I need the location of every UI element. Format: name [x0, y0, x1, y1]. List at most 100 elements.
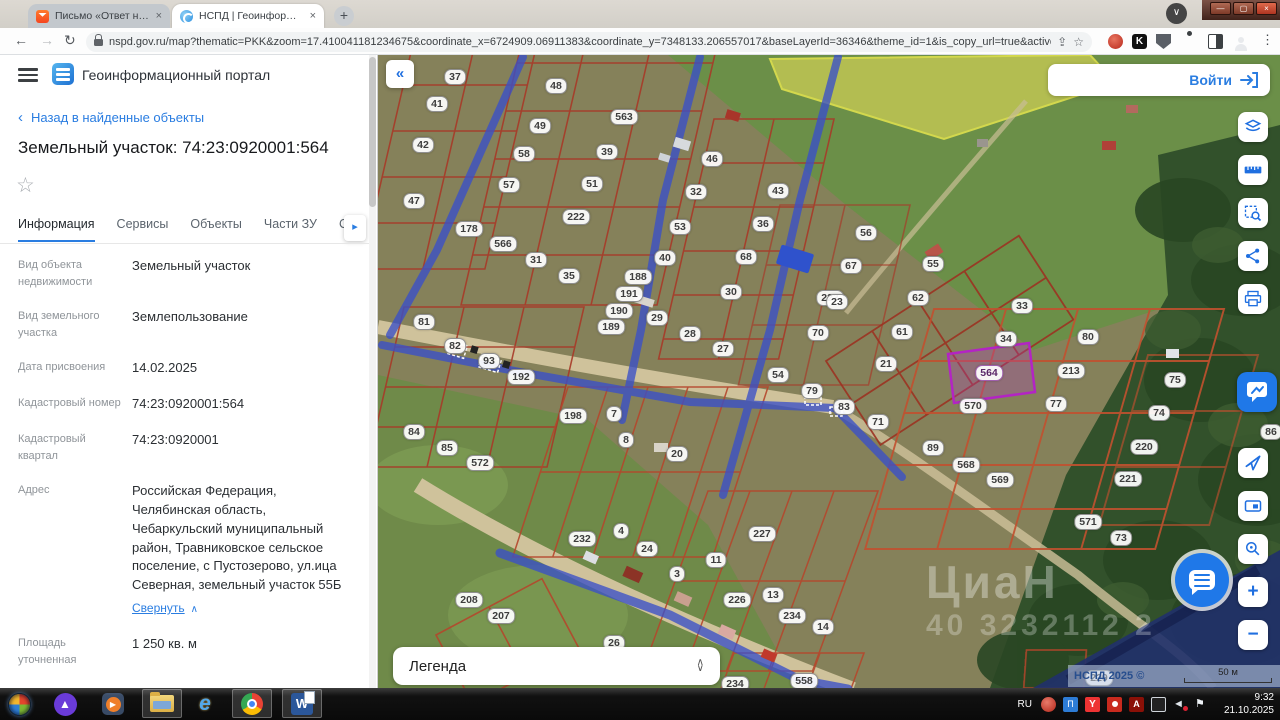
tray-blue-app-icon[interactable]: П [1063, 697, 1078, 712]
taskbar-word[interactable]: W [282, 689, 322, 718]
parcel-label-33[interactable]: 33 [1011, 298, 1033, 314]
sidebar-collapse-button[interactable]: « [386, 60, 414, 88]
bookmark-star-icon[interactable]: ☆ [1073, 35, 1084, 49]
tray-action-center-icon[interactable]: ⚑ [1195, 697, 1210, 712]
parcel-label-572[interactable]: 572 [466, 455, 494, 471]
parcel-label-85[interactable]: 85 [436, 440, 458, 456]
taskbar-clock[interactable]: 9:32 21.10.2025 [1224, 692, 1274, 717]
window-maximize-button[interactable]: ▢ [1233, 2, 1254, 15]
print-button[interactable] [1238, 284, 1268, 314]
sidebar-scrollbar[interactable] [369, 55, 376, 688]
tab-close-icon[interactable]: × [310, 10, 316, 22]
parcel-label-198[interactable]: 198 [559, 408, 587, 424]
parcel-label-55[interactable]: 55 [922, 256, 944, 272]
parcel-label-70[interactable]: 70 [807, 325, 829, 341]
collapse-address-link[interactable]: Свернуть∧ [132, 600, 198, 618]
chat-fab-button[interactable] [1175, 553, 1229, 607]
parcel-label-84[interactable]: 84 [403, 424, 425, 440]
object-search-button[interactable] [1238, 198, 1268, 228]
parcel-label-83[interactable]: 83 [833, 399, 855, 415]
parcel-label-563[interactable]: 563 [610, 109, 638, 125]
new-tab-button[interactable]: + [334, 6, 354, 26]
parcel-label-86[interactable]: 86 [1260, 424, 1280, 440]
parcel-label-43[interactable]: 43 [767, 183, 789, 199]
zoom-out-button[interactable]: − [1238, 620, 1268, 650]
back-button[interactable]: ← [14, 32, 28, 48]
favorite-star-icon[interactable]: ☆ [16, 173, 35, 198]
parcel-label-37[interactable]: 37 [444, 69, 466, 85]
parcel-label-28[interactable]: 28 [679, 326, 701, 342]
parcel-label-89[interactable]: 89 [922, 440, 944, 456]
share-icon[interactable]: ⇪ [1057, 35, 1067, 49]
parcel-label-39[interactable]: 39 [596, 144, 618, 160]
url-text[interactable]: nspd.gov.ru/map?thematic=PKK&zoom=17.410… [109, 36, 1051, 48]
parcel-label-207[interactable]: 207 [487, 608, 515, 624]
parcel-label-27[interactable]: 27 [712, 341, 734, 357]
extension-red-icon[interactable] [1108, 34, 1123, 49]
parcel-label-3[interactable]: 3 [669, 566, 685, 582]
parcel-label-13[interactable]: 13 [762, 587, 784, 603]
parcel-label-53[interactable]: 53 [669, 219, 691, 235]
parcel-label-61[interactable]: 61 [891, 324, 913, 340]
parcel-label-221[interactable]: 221 [1114, 471, 1142, 487]
parcel-label-34[interactable]: 34 [995, 331, 1017, 347]
parcel-label-227[interactable]: 227 [748, 526, 776, 542]
parcel-label-32[interactable]: 32 [685, 184, 707, 200]
tray-display-icon[interactable] [1151, 697, 1166, 712]
forward-button[interactable]: → [40, 32, 54, 48]
tray-pdf-icon[interactable]: A [1129, 697, 1144, 712]
parcel-label-68[interactable]: 68 [735, 249, 757, 265]
parcel-label-29[interactable]: 29 [646, 310, 668, 326]
parcel-label-190[interactable]: 190 [605, 303, 633, 319]
parcel-label-11[interactable]: 11 [705, 552, 726, 568]
zoom-in-button[interactable]: + [1238, 577, 1268, 607]
parcel-label-8[interactable]: 8 [618, 432, 634, 448]
locate-button[interactable] [1238, 448, 1268, 478]
parcel-label-189[interactable]: 189 [597, 319, 625, 335]
extension-sidepanel-icon[interactable] [1208, 34, 1223, 49]
tab-information[interactable]: Информация [18, 217, 95, 242]
parcel-label-234[interactable]: 234 [778, 608, 806, 624]
reload-button[interactable]: ↻ [64, 32, 76, 49]
parcel-label-42[interactable]: 42 [412, 137, 434, 153]
parcel-label-192[interactable]: 192 [507, 369, 535, 385]
parcel-label-35[interactable]: 35 [558, 268, 580, 284]
parcel-label-80[interactable]: 80 [1077, 329, 1099, 345]
parcel-label-208[interactable]: 208 [455, 592, 483, 608]
measure-button[interactable] [1238, 155, 1268, 185]
parcel-label-82[interactable]: 82 [444, 338, 466, 354]
coordinate-search-button[interactable] [1238, 534, 1268, 564]
taskbar-internet-explorer[interactable]: e [192, 691, 218, 717]
parcel-label-79[interactable]: 79 [801, 383, 823, 399]
tray-red-app-icon[interactable] [1041, 697, 1056, 712]
parcel-label-49[interactable]: 49 [529, 118, 551, 134]
extension-shield-icon[interactable] [1156, 34, 1171, 49]
parcel-label-191[interactable]: 191 [615, 286, 643, 302]
tray-volume-icon[interactable]: ◄ [1173, 697, 1188, 712]
parcel-label-93[interactable]: 93 [478, 353, 500, 369]
parcel-label-568[interactable]: 568 [952, 457, 980, 473]
browser-tab-nspd[interactable]: НСПД | Геоинформационный п × [172, 4, 324, 28]
parcel-label-67[interactable]: 67 [840, 258, 862, 274]
tab-services[interactable]: Сервисы [117, 217, 169, 242]
scrollbar-thumb[interactable] [369, 57, 376, 207]
parcel-label-71[interactable]: 71 [867, 414, 889, 430]
parcel-label-47[interactable]: 47 [403, 193, 425, 209]
parcel-label-14[interactable]: 14 [812, 619, 834, 635]
parcel-label-74[interactable]: 74 [1148, 405, 1170, 421]
tab-objects[interactable]: Объекты [190, 217, 242, 242]
parcel-label-188[interactable]: 188 [624, 269, 652, 285]
parcel-label-40[interactable]: 40 [654, 250, 676, 266]
parcel-label-23[interactable]: 23 [826, 294, 848, 310]
parcel-label-569[interactable]: 569 [986, 472, 1014, 488]
parcel-label-54[interactable]: 54 [767, 367, 789, 383]
parcel-label-57[interactable]: 57 [498, 177, 520, 193]
minimap-button[interactable] [1238, 491, 1268, 521]
taskbar-explorer[interactable] [142, 689, 182, 718]
parcel-label-81[interactable]: 81 [413, 314, 435, 330]
login-bar[interactable]: Войти [1048, 64, 1270, 96]
parcel-label-7[interactable]: 7 [606, 406, 622, 422]
language-indicator[interactable]: RU [1018, 699, 1032, 710]
parcel-label-24[interactable]: 24 [636, 541, 658, 557]
parcel-label-558[interactable]: 558 [790, 673, 818, 688]
